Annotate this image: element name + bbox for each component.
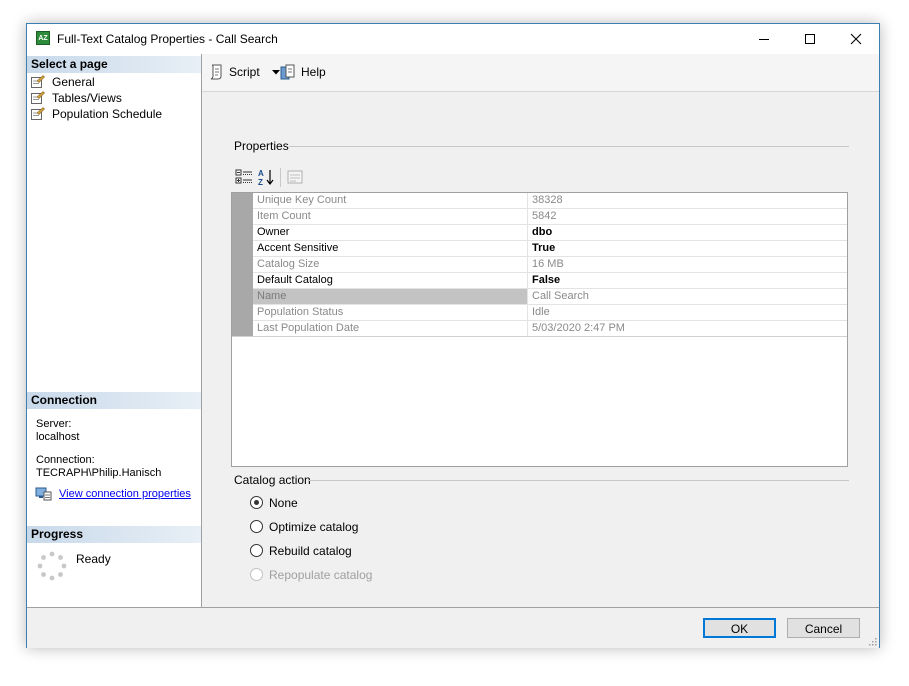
help-icon: [280, 64, 295, 80]
property-pages-icon: [287, 170, 303, 184]
property-value: 16 MB: [532, 258, 564, 270]
maximize-button[interactable]: [787, 24, 833, 54]
cancel-button[interactable]: Cancel: [787, 618, 860, 638]
ok-button[interactable]: OK: [703, 618, 776, 638]
close-button[interactable]: [833, 24, 879, 54]
properties-group-divider: [289, 146, 849, 147]
property-grid[interactable]: Unique Key Count 38328 Item Count 5842 O…: [231, 192, 848, 467]
radio-button-disabled: [250, 568, 263, 581]
catalog-action-group-title: Catalog action: [234, 473, 311, 487]
progress-spinner-icon: [37, 551, 67, 581]
property-name: Accent Sensitive: [253, 241, 528, 256]
radio-label-repopulate-catalog: Repopulate catalog: [269, 568, 373, 582]
property-name: Name: [253, 289, 528, 304]
page-wrench-icon: [31, 107, 45, 120]
minimize-button[interactable]: [741, 24, 787, 54]
property-row-population-status[interactable]: Population Status Idle: [253, 305, 847, 321]
progress-header: Progress: [27, 526, 201, 543]
script-button[interactable]: Script: [209, 63, 280, 81]
radio-button[interactable]: [250, 520, 263, 533]
page-wrench-icon: [31, 75, 45, 88]
radio-button-checked[interactable]: [250, 496, 263, 509]
progress-status: Ready: [76, 552, 111, 566]
property-value: 5842: [532, 210, 557, 222]
property-name: Item Count: [253, 209, 528, 224]
property-row-last-population-date[interactable]: Last Population Date 5/03/2020 2:47 PM: [253, 321, 847, 337]
property-name: Catalog Size: [253, 257, 528, 272]
select-page-header: Select a page: [27, 56, 201, 73]
property-name: Population Status: [253, 305, 528, 320]
property-grid-bottom-line: [232, 336, 847, 337]
script-label: Script: [229, 65, 260, 79]
property-name: Default Catalog: [253, 273, 528, 288]
server-label: Server:: [36, 418, 72, 430]
property-row-unique-key-count[interactable]: Unique Key Count 38328: [253, 193, 847, 209]
radio-label-none: None: [269, 496, 298, 510]
connection-label: Connection:: [36, 454, 95, 466]
svg-text:A: A: [258, 169, 264, 178]
server-value: localhost: [36, 431, 80, 443]
property-name: Last Population Date: [253, 321, 528, 336]
property-value: Idle: [532, 306, 550, 318]
connection-properties-icon: [35, 487, 52, 501]
radio-button[interactable]: [250, 544, 263, 557]
property-value[interactable]: True: [532, 241, 555, 256]
svg-text:Z: Z: [258, 178, 263, 186]
connection-header: Connection: [27, 392, 201, 409]
window-title: Full-Text Catalog Properties - Call Sear…: [57, 32, 278, 46]
radio-label-rebuild-catalog: Rebuild catalog: [269, 544, 352, 558]
page-label-general: General: [52, 75, 95, 89]
catalog-action-group-divider: [309, 480, 849, 481]
page-label-population-schedule: Population Schedule: [52, 107, 163, 121]
dialog-window: AZ Full-Text Catalog Properties - Call S…: [26, 23, 880, 648]
property-value: Call Search: [532, 290, 589, 302]
toolbar: Script Help: [202, 54, 879, 92]
toolbar-separator: [280, 168, 281, 187]
property-row-catalog-size[interactable]: Catalog Size 16 MB: [253, 257, 847, 273]
property-value[interactable]: False: [532, 273, 560, 288]
property-row-default-catalog[interactable]: Default Catalog False: [253, 273, 847, 289]
chevron-down-icon[interactable]: [272, 70, 280, 75]
script-icon: [210, 64, 222, 80]
properties-group-title: Properties: [234, 139, 289, 153]
radio-label-optimize-catalog: Optimize catalog: [269, 520, 359, 534]
property-value: 5/03/2020 2:47 PM: [532, 322, 625, 334]
right-pane: Script Help Properties AZ Unique Key Cou…: [202, 54, 879, 607]
app-icon: AZ: [36, 31, 50, 45]
left-pane: Select a page General Tables/Views Popul…: [27, 54, 202, 607]
help-label: Help: [301, 65, 326, 79]
property-value[interactable]: dbo: [532, 225, 552, 240]
property-row-accent-sensitive[interactable]: Accent Sensitive True: [253, 241, 847, 257]
button-bar: OK Cancel: [27, 607, 879, 648]
resize-grip-icon[interactable]: [867, 636, 877, 646]
property-name: Unique Key Count: [253, 193, 528, 208]
property-name: Owner: [253, 225, 528, 240]
property-row-item-count[interactable]: Item Count 5842: [253, 209, 847, 225]
title-bar[interactable]: AZ Full-Text Catalog Properties - Call S…: [27, 24, 879, 54]
help-button[interactable]: Help: [280, 63, 330, 81]
page-label-tables-views: Tables/Views: [52, 91, 122, 105]
close-icon: [850, 33, 862, 45]
page-wrench-icon: [31, 91, 45, 104]
property-row-owner[interactable]: Owner dbo: [253, 225, 847, 241]
maximize-icon: [805, 34, 815, 44]
categorized-icon[interactable]: [235, 168, 253, 186]
minimize-icon: [759, 39, 769, 40]
connection-value: TECRAPH\Philip.Hanisch: [36, 467, 162, 479]
property-grid-gutter: [232, 193, 253, 337]
property-value: 38328: [532, 194, 563, 206]
sort-alphabetical-icon[interactable]: AZ: [257, 168, 275, 186]
property-row-name[interactable]: Name Call Search: [253, 289, 847, 305]
view-connection-properties-label[interactable]: View connection properties: [59, 488, 191, 500]
